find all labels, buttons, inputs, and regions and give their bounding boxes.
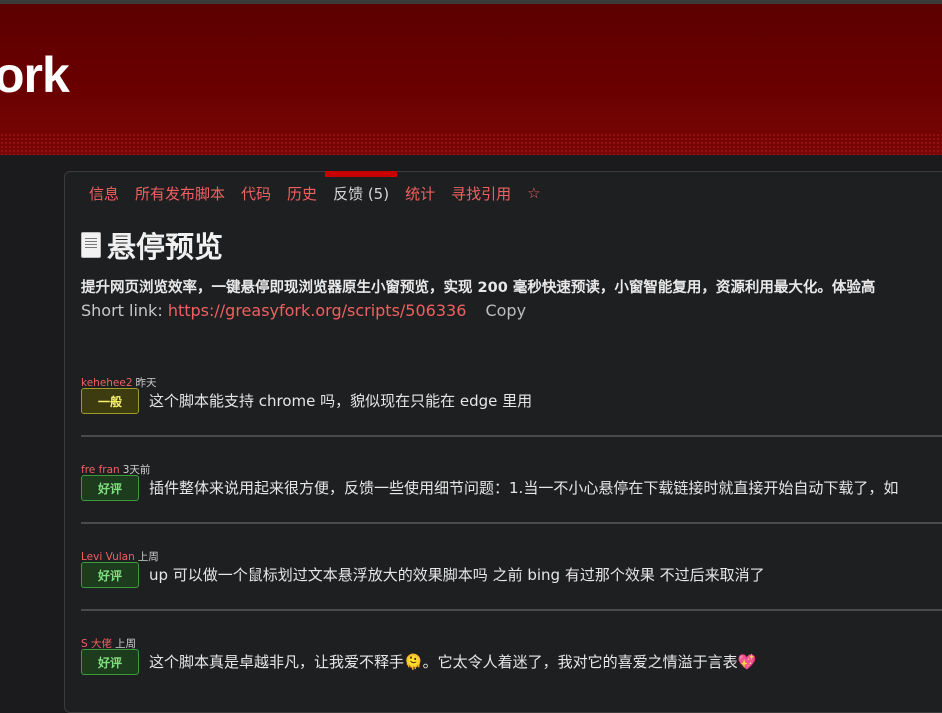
feedback-text[interactable]: 插件整体来说用起来很方便，反馈一些使用细节问题：1.当一不小心悬停在下载链接时就… [149,477,942,498]
feedback-divider [81,435,942,437]
site-logo[interactable]: ork [0,46,70,104]
short-link-label: Short link: [81,301,163,320]
tab-code[interactable]: 代码 [241,183,271,204]
copy-link-button[interactable]: Copy [485,301,526,320]
feedback-time[interactable]: 上周 [138,551,159,563]
feedback-text[interactable]: up 可以做一个鼠标划过文本悬浮放大的效果脚本吗 之前 bing 有过那个效果 … [149,564,942,585]
short-link-row: Short link: https://greasyfork.org/scrip… [81,301,526,320]
tab-stats[interactable]: 统计 [405,183,435,204]
tab-all-scripts[interactable]: 所有发布脚本 [135,183,225,204]
page-title: 悬停预览 [81,224,223,266]
feedback-divider [81,609,942,611]
feedback-item: fre fran 3天前 好评 插件整体来说用起来很方便，反馈一些使用细节问题：1… [81,462,942,552]
short-link-url[interactable]: https://greasyfork.org/scripts/506336 [168,301,467,320]
favorite-star-icon[interactable]: ☆ [527,184,540,202]
script-title: 悬停预览 [107,230,224,264]
site-header: ork [0,4,942,155]
script-description: 提升网页浏览效率，一键悬停即现浏览器原生小窗预览，实现 200 毫秒快速预读，小… [81,280,876,296]
feedback-item: Levi Vulan 上周 好评 up 可以做一个鼠标划过文本悬浮放大的效果脚本吗… [81,549,942,639]
feedback-text[interactable]: 这个脚本真是卓越非凡，让我爱不释手🫠。它太令人着迷了，我对它的喜爱之情溢于言表💖 [149,651,942,672]
feedback-item: kehehee2 昨天 一般 这个脚本能支持 chrome 吗，貌似现在只能在 e… [81,375,942,465]
script-nav-tabs: 信息 所有发布脚本 代码 历史 反馈 (5) 统计 寻找引用 ☆ [89,170,557,206]
memo-icon [81,232,101,258]
rating-badge-good: 好评 [81,562,139,588]
rating-badge-ok: 一般 [81,388,139,414]
feedback-text[interactable]: 这个脚本能支持 chrome 吗，貌似现在只能在 edge 里用 [149,390,942,411]
feedback-time[interactable]: 昨天 [136,377,157,389]
feedback-divider [81,522,942,524]
tab-feedback[interactable]: 反馈 (5) [325,170,398,204]
rating-badge-good: 好评 [81,649,139,675]
feedback-item: S 大佬 上周 好评 这个脚本真是卓越非凡，让我爱不释手🫠。它太令人着迷了，我对它… [81,636,942,684]
tab-history[interactable]: 历史 [287,183,317,204]
rating-badge-good: 好评 [81,475,139,501]
tab-derivatives[interactable]: 寻找引用 [451,183,511,204]
tab-info[interactable]: 信息 [89,183,119,204]
